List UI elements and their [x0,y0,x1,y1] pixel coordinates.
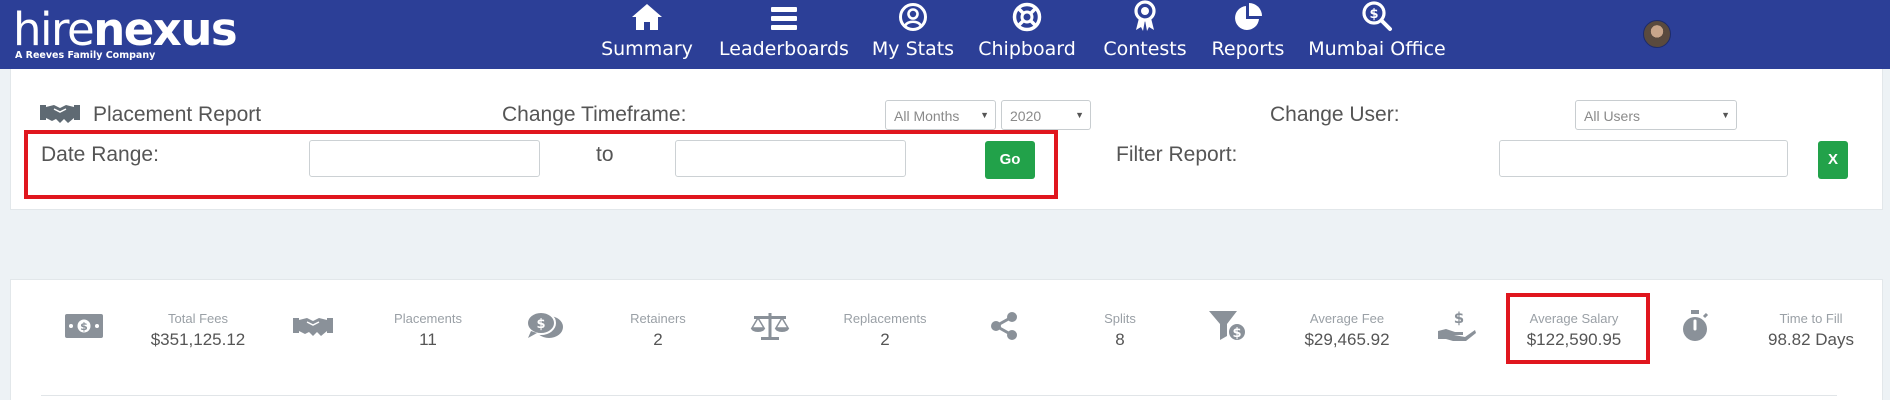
clear-filter-button[interactable]: X [1818,141,1848,179]
nav-contests[interactable]: Contests [1100,0,1190,66]
money-bill-icon: $ [62,309,106,343]
svg-text:$: $ [1454,309,1464,327]
svg-text:$: $ [1369,7,1378,22]
stat-time-to-fill: Time to Fill 98.82 Days [1768,311,1854,349]
months-select[interactable]: All Months ▼ [885,100,996,130]
award-icon [1132,0,1158,36]
share-icon [982,309,1026,343]
stat-placements: Placements 11 [394,311,462,349]
stopwatch-icon [1673,309,1717,343]
filter-report-input[interactable] [1499,140,1788,177]
nav-my-stats[interactable]: My Stats [870,2,956,66]
stat-retainers: Retainers 2 [630,311,686,349]
nav-leaderboards[interactable]: Leaderboards [716,2,852,66]
svg-text:$: $ [1232,326,1241,341]
handshake-icon [40,100,80,130]
svg-text:$: $ [80,320,88,333]
report-title: Placement Report [93,103,262,126]
stat-replacements: Replacements 2 [843,311,927,349]
hand-holding-dollar-icon: $ [1435,309,1479,343]
change-timeframe-label: Change Timeframe: [502,103,687,126]
svg-text:$: $ [536,317,545,332]
pie-chart-icon [1233,2,1263,36]
chevron-down-icon: ▼ [1075,110,1084,120]
hirenexus-logo[interactable]: hirenexus A Reeves Family Company [13,4,238,64]
home-icon [630,2,664,36]
nav-summary[interactable]: Summary [599,2,695,66]
year-select[interactable]: 2020 ▼ [1001,100,1091,130]
divider [41,395,1837,396]
chevron-down-icon: ▼ [1721,110,1730,120]
average-salary-highlight [1506,293,1650,364]
stat-average-fee: Average Fee $29,465.92 [1304,311,1390,349]
logo-tagline: A Reeves Family Company [15,50,156,61]
nav-chipboard[interactable]: Chipboard [974,2,1080,66]
top-navbar: hirenexus A Reeves Family Company Summar… [0,0,1890,69]
stat-splits: Splits 8 [1104,311,1136,349]
user-circle-icon [898,2,928,36]
change-user-label: Change User: [1270,103,1400,126]
comments-dollar-icon: $ [523,309,567,343]
users-select[interactable]: All Users ▼ [1575,100,1737,130]
menu-bars-icon [770,4,798,36]
handshake-icon [291,309,335,343]
filter-report-label: Filter Report: [1116,143,1238,166]
lifebuoy-icon [1012,2,1042,36]
nav-reports[interactable]: Reports [1208,2,1288,66]
date-range-highlight [24,130,1058,199]
funnel-dollar-icon: $ [1206,309,1250,343]
search-dollar-icon: $ [1361,0,1393,36]
balance-scale-icon [748,309,792,343]
user-avatar[interactable] [1643,20,1671,48]
nav-mumbai-office[interactable]: $ Mumbai Office [1306,0,1448,66]
stat-total-fees: Total Fees $351,125.12 [150,311,246,349]
chevron-down-icon: ▼ [980,110,989,120]
